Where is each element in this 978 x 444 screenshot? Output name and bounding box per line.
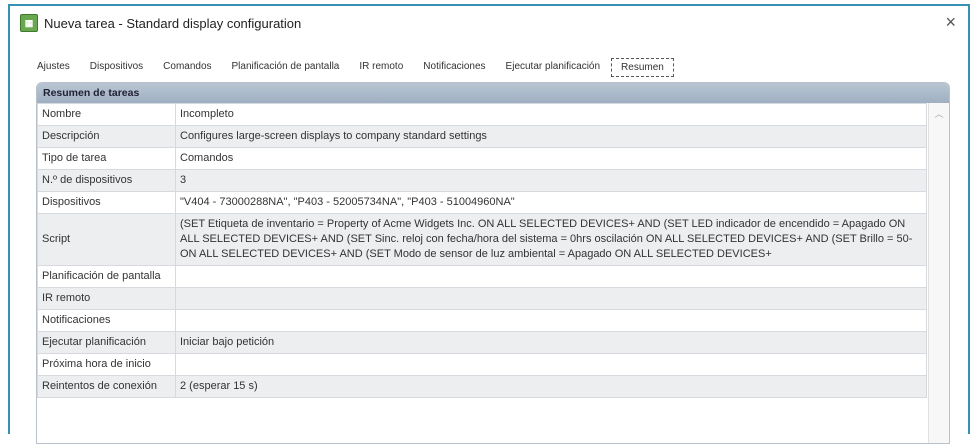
- tab-notificaciones[interactable]: Notificaciones: [414, 58, 494, 77]
- table-row: Nombre Incompleto: [37, 103, 927, 126]
- tab-comandos[interactable]: Comandos: [154, 58, 220, 77]
- table-row: Planificación de pantalla: [37, 265, 927, 288]
- task-window: ▦ Nueva tarea - Standard display configu…: [8, 4, 970, 444]
- row-label: Planificación de pantalla: [37, 265, 176, 288]
- vertical-scrollbar[interactable]: ︿: [928, 103, 949, 443]
- table-row: Tipo de tarea Comandos: [37, 147, 927, 170]
- table-row: Reintentos de conexión 2 (esperar 15 s): [37, 375, 927, 398]
- row-label: Descripción: [37, 125, 176, 148]
- tab-ir-remoto[interactable]: IR remoto: [350, 58, 412, 77]
- window-title: Nueva tarea - Standard display configura…: [44, 15, 302, 31]
- row-label: Notificaciones: [37, 309, 176, 332]
- tab-bar: Ajustes Dispositivos Comandos Planificac…: [28, 58, 676, 77]
- summary-table: Nombre Incompleto Descripción Configures la…: [37, 103, 927, 398]
- close-icon[interactable]: ×: [945, 12, 956, 33]
- row-value: Iniciar bajo petición: [175, 331, 927, 354]
- tab-planificacion-pantalla[interactable]: Planificación de pantalla: [223, 58, 349, 77]
- app-icon: ▦: [20, 14, 38, 32]
- row-value: Configures large-screen displays to comp…: [175, 125, 927, 148]
- tab-dispositivos[interactable]: Dispositivos: [81, 58, 152, 77]
- row-value: 2 (esperar 15 s): [175, 375, 927, 398]
- table-row: Descripción Configures large-screen displ…: [37, 125, 927, 148]
- row-value: Comandos: [175, 147, 927, 170]
- table-row: Script (SET Etiqueta de inventario = Prop…: [37, 213, 927, 266]
- table-row: N.º de dispositivos 3: [37, 169, 927, 192]
- row-label: Tipo de tarea: [37, 147, 176, 170]
- row-label: Dispositivos: [37, 191, 176, 214]
- row-label: Próxima hora de inicio: [37, 353, 176, 376]
- summary-header: Resumen de tareas: [37, 83, 949, 103]
- row-label: Nombre: [37, 103, 176, 126]
- row-value: [175, 309, 927, 332]
- tab-ejecutar-planificacion[interactable]: Ejecutar planificación: [497, 58, 610, 77]
- scroll-up-icon[interactable]: ︿: [929, 107, 949, 120]
- tab-resumen[interactable]: Resumen: [611, 58, 674, 77]
- table-row: Notificaciones: [37, 309, 927, 332]
- row-label: N.º de dispositivos: [37, 169, 176, 192]
- table-row: Ejecutar planificación Iniciar bajo petic…: [37, 331, 927, 354]
- row-label: Ejecutar planificación: [37, 331, 176, 354]
- tab-ajustes[interactable]: Ajustes: [28, 58, 79, 77]
- title-bar: ▦ Nueva tarea - Standard display configu…: [10, 6, 968, 40]
- row-value: [175, 287, 927, 310]
- row-label: IR remoto: [37, 287, 176, 310]
- row-label: Reintentos de conexión: [37, 375, 176, 398]
- row-value: [175, 353, 927, 376]
- row-value: "V404 - 73000288NA", "P403 - 52005734NA"…: [175, 191, 927, 214]
- row-label: Script: [37, 213, 176, 266]
- row-value: 3: [175, 169, 927, 192]
- table-row: Próxima hora de inicio: [37, 353, 927, 376]
- row-value: (SET Etiqueta de inventario = Property o…: [175, 213, 927, 266]
- summary-panel: Resumen de tareas Nombre Incompleto Descri…: [36, 82, 950, 444]
- row-value: [175, 265, 927, 288]
- row-value: Incompleto: [175, 103, 927, 126]
- table-row: IR remoto: [37, 287, 927, 310]
- table-row: Dispositivos "V404 - 73000288NA", "P403 -…: [37, 191, 927, 214]
